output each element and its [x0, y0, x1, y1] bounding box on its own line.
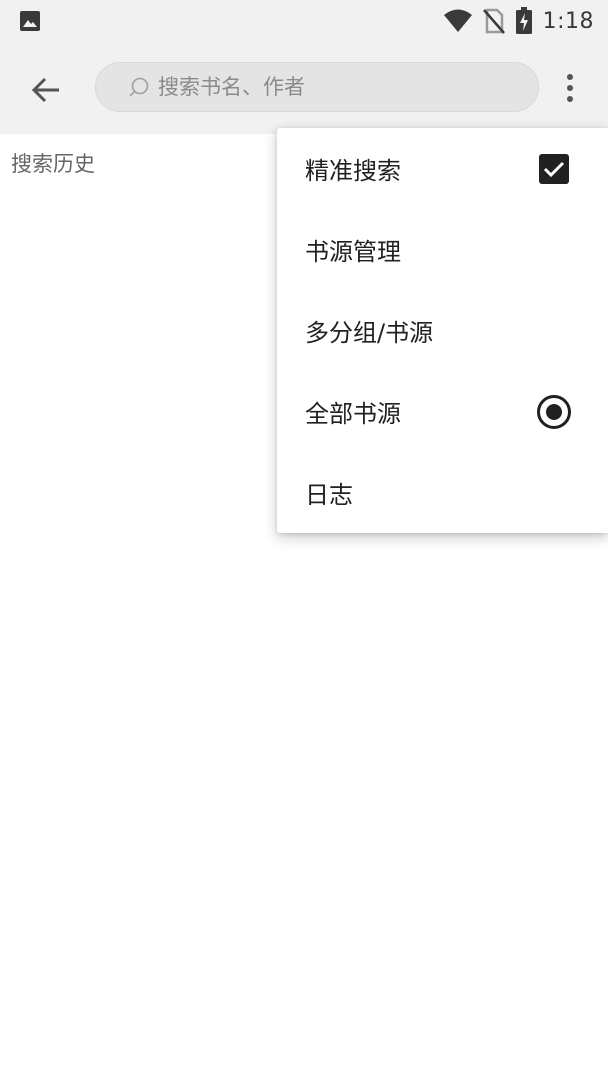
status-time: 1:18: [542, 8, 594, 34]
checkbox-checked-icon: [539, 153, 569, 184]
menu-item-precise-search[interactable]: 精准搜索: [277, 128, 608, 209]
precise-search-checkbox[interactable]: [537, 152, 571, 186]
menu-item-label: 书源管理: [305, 238, 401, 266]
arrow-left-icon: [31, 77, 59, 103]
more-options-button[interactable]: [548, 64, 592, 112]
all-sources-radio[interactable]: [537, 394, 571, 429]
menu-item-label: 全部书源: [305, 400, 401, 428]
status-bar: 1:18: [0, 0, 608, 44]
no-sim-icon: [482, 8, 505, 34]
battery-charging-icon: [515, 7, 532, 34]
menu-item-multi-group-source[interactable]: 多分组/书源: [277, 290, 608, 371]
wifi-icon: [443, 9, 472, 32]
back-button[interactable]: [22, 66, 70, 114]
options-menu: 精准搜索 书源管理 多分组/书源 全部书源 日志: [277, 128, 608, 533]
status-icons: 1:18: [443, 6, 594, 36]
search-icon: [129, 77, 149, 97]
menu-item-label: 精准搜索: [305, 157, 401, 185]
search-screen: 1:18 搜索历史 精准搜索: [0, 0, 608, 1080]
search-box[interactable]: [95, 62, 539, 112]
toolbar: [0, 44, 608, 134]
menu-item-log[interactable]: 日志: [277, 452, 608, 533]
menu-item-label: 日志: [305, 481, 353, 509]
search-input[interactable]: [156, 74, 520, 100]
radio-selected-icon: [537, 394, 571, 429]
menu-item-label: 多分组/书源: [305, 319, 434, 347]
menu-item-source-management[interactable]: 书源管理: [277, 209, 608, 290]
search-history-label: 搜索历史: [11, 152, 95, 176]
menu-item-all-sources[interactable]: 全部书源: [277, 371, 608, 452]
more-vertical-icon: [567, 74, 573, 102]
gallery-icon: [20, 11, 40, 31]
